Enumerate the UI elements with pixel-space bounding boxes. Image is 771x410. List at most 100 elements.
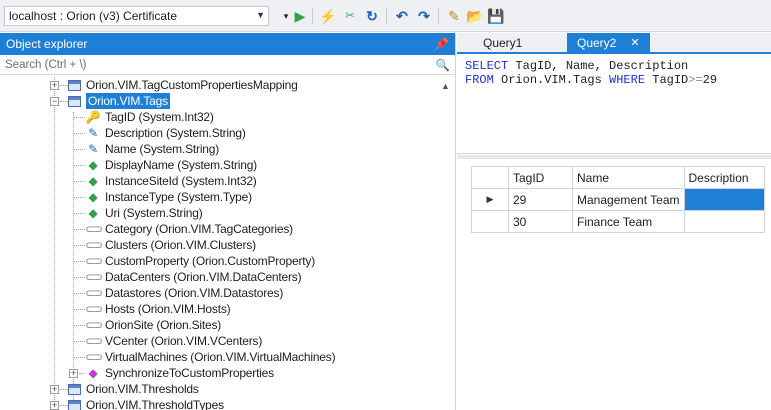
tree-node-property[interactable]: ✎ Description (System.String) xyxy=(85,125,246,141)
tree-node-label: Name (System.String) xyxy=(105,142,220,156)
tree-node-property[interactable]: ◆ Uri (System.String) xyxy=(85,205,202,221)
cell-tagid[interactable]: 29 xyxy=(508,188,573,211)
search-icon[interactable]: 🔍 xyxy=(436,58,450,72)
link-icon: ⊂⊃ xyxy=(85,270,103,284)
plug-icon[interactable]: ⚡ xyxy=(318,6,338,26)
tab-query1[interactable]: Query1 xyxy=(473,33,532,52)
expand-toggle[interactable]: + xyxy=(50,81,59,90)
tree-node-navigation[interactable]: ⊂⊃ CustomProperty (Orion.CustomProperty) xyxy=(85,253,315,269)
tree-node-label: Category (Orion.VIM.TagCategories) xyxy=(105,222,293,236)
chevron-down-icon: ▼ xyxy=(256,10,265,20)
tree-node-label: InstanceType (System.Type) xyxy=(105,190,252,204)
cell-description[interactable] xyxy=(683,210,765,233)
search-input[interactable]: Search (Ctrl + \) xyxy=(5,59,86,71)
tree-node-verb[interactable]: ◆ SynchronizeToCustomProperties xyxy=(85,365,274,381)
sql-text: TagID, Name, Description xyxy=(508,59,689,73)
tree-node-navigation[interactable]: ⊂⊃ Clusters (Orion.VIM.Clusters) xyxy=(85,237,256,253)
tree-node-orion-vim-thresholds[interactable]: Orion.VIM.Thresholds xyxy=(68,381,199,397)
tree-node-orion-vim-thresholdtypes[interactable]: Orion.VIM.ThresholdTypes xyxy=(68,397,224,410)
green-property-icon: ◆ xyxy=(88,174,98,188)
redo-icon[interactable]: ↷ xyxy=(414,6,434,26)
column-header-name[interactable]: Name xyxy=(572,166,685,189)
tab-label: Query1 xyxy=(483,35,523,50)
search-box[interactable]: Search (Ctrl + \) 🔍 xyxy=(0,55,455,75)
toolbar-separator xyxy=(312,8,313,24)
disconnect-icon[interactable]: ✂ xyxy=(340,6,360,26)
cell-tagid[interactable]: 30 xyxy=(508,210,573,233)
pencil-icon: ✎ xyxy=(88,126,98,140)
table-row[interactable]: 30 Finance Team xyxy=(471,210,765,233)
expand-toggle[interactable]: + xyxy=(50,385,59,394)
connection-selector[interactable]: localhost : Orion (v3) Certificate ▼ xyxy=(4,6,269,26)
tree-guide-line xyxy=(73,277,85,278)
refresh-icon[interactable]: ↻ xyxy=(362,6,382,26)
pane-splitter[interactable] xyxy=(457,155,771,159)
link-icon: ⊂⊃ xyxy=(85,350,103,364)
tree-node-tagcustompropertiesmapping[interactable]: Orion.VIM.TagCustomPropertiesMapping xyxy=(68,77,298,93)
undo-icon[interactable]: ↶ xyxy=(392,6,412,26)
tree-node-label: Clusters (Orion.VIM.Clusters) xyxy=(105,238,256,252)
tree-node-label: OrionSite (Orion.Sites) xyxy=(105,318,222,332)
link-icon: ⊂⊃ xyxy=(85,286,103,300)
pencil-icon: ✎ xyxy=(88,142,98,156)
column-header-description[interactable]: Description xyxy=(683,166,765,189)
close-icon[interactable]: ✕ xyxy=(630,36,639,49)
row-header-corner[interactable] xyxy=(471,166,509,189)
tree-node-property[interactable]: ◆ InstanceType (System.Type) xyxy=(85,189,252,205)
tree-node-property[interactable]: ◆ DisplayName (System.String) xyxy=(85,157,257,173)
sql-keyword: WHERE xyxy=(609,73,646,87)
new-query-icon[interactable]: ✎ xyxy=(444,6,464,26)
scroll-up-icon[interactable]: ▲ xyxy=(441,81,450,91)
column-header-tagid[interactable]: TagID xyxy=(508,166,573,189)
play-icon[interactable]: ▶ xyxy=(290,6,310,26)
tree-node-property[interactable]: 🔑 TagID (System.Int32) xyxy=(85,109,214,125)
tree-node-navigation[interactable]: ⊂⊃ VCenter (Orion.VIM.VCenters) xyxy=(85,333,262,349)
object-explorer-title: Object explorer xyxy=(6,37,88,51)
table-icon xyxy=(68,95,81,107)
table-icon xyxy=(68,399,81,410)
save-icon[interactable]: 💾 xyxy=(486,6,506,26)
tree-node-orion-vim-tags[interactable]: Orion.VIM.Tags xyxy=(68,93,170,109)
tree-node-navigation[interactable]: ⊂⊃ Category (Orion.VIM.TagCategories) xyxy=(85,221,293,237)
cell-name[interactable]: Management Team xyxy=(572,188,685,211)
cell-name[interactable]: Finance Team xyxy=(572,210,685,233)
sql-keyword: SELECT xyxy=(465,59,509,73)
row-header[interactable] xyxy=(471,210,509,233)
tree-node-navigation[interactable]: ⊂⊃ OrionSite (Orion.Sites) xyxy=(85,317,221,333)
results-grid: TagID Name Description ▶ 29 Management T… xyxy=(471,166,765,233)
tree-node-property[interactable]: ◆ InstanceSiteId (System.Int32) xyxy=(85,173,256,189)
toolbar: localhost : Orion (v3) Certificate ▼ ▾ ▶… xyxy=(0,0,771,32)
tree-guide-line xyxy=(73,325,85,326)
verb-icon: ◆ xyxy=(88,366,98,380)
table-icon xyxy=(68,79,81,91)
query-editor[interactable]: SELECT TagID, Name, Description FROM Ori… xyxy=(457,56,771,154)
link-icon: ⊂⊃ xyxy=(85,318,103,332)
tree-guide-line xyxy=(73,181,85,182)
tree-node-property[interactable]: ✎ Name (System.String) xyxy=(85,141,219,157)
open-folder-icon[interactable]: 📂 xyxy=(465,6,485,26)
pin-icon[interactable]: 📌 xyxy=(434,37,449,51)
tree-guide-line xyxy=(73,165,85,166)
tree-guide-line xyxy=(73,341,85,342)
expand-toggle[interactable]: + xyxy=(69,369,78,378)
tree-node-navigation[interactable]: ⊂⊃ Hosts (Orion.VIM.Hosts) xyxy=(85,301,231,317)
query-panel: Query1 Query2 ✕ SELECT TagID, Name, Desc… xyxy=(457,33,771,410)
tree-node-navigation[interactable]: ⊂⊃ Datastores (Orion.VIM.Datastores) xyxy=(85,285,283,301)
current-row-indicator[interactable]: ▶ xyxy=(471,188,509,211)
collapse-toggle[interactable]: − xyxy=(50,97,59,106)
expand-toggle[interactable]: + xyxy=(50,401,59,410)
green-property-icon: ◆ xyxy=(88,190,98,204)
tree-guide-line xyxy=(60,85,68,86)
tree-node-label: Orion.VIM.TagCustomPropertiesMapping xyxy=(86,78,298,92)
tree-node-navigation[interactable]: ⊂⊃ VirtualMachines (Orion.VIM.VirtualMac… xyxy=(85,349,336,365)
tree-node-navigation[interactable]: ⊂⊃ DataCenters (Orion.VIM.DataCenters) xyxy=(85,269,302,285)
tree-guide-line xyxy=(73,197,85,198)
tree-node-label: VirtualMachines (Orion.VIM.VirtualMachin… xyxy=(105,350,336,364)
cell-description[interactable] xyxy=(683,188,765,211)
tree-node-label: DisplayName (System.String) xyxy=(105,158,257,172)
tab-query2[interactable]: Query2 ✕ xyxy=(567,33,650,52)
table-row[interactable]: ▶ 29 Management Team xyxy=(471,188,765,211)
link-icon: ⊂⊃ xyxy=(85,238,103,252)
tree-guide-line xyxy=(60,405,68,406)
tree-guide-line xyxy=(60,389,68,390)
